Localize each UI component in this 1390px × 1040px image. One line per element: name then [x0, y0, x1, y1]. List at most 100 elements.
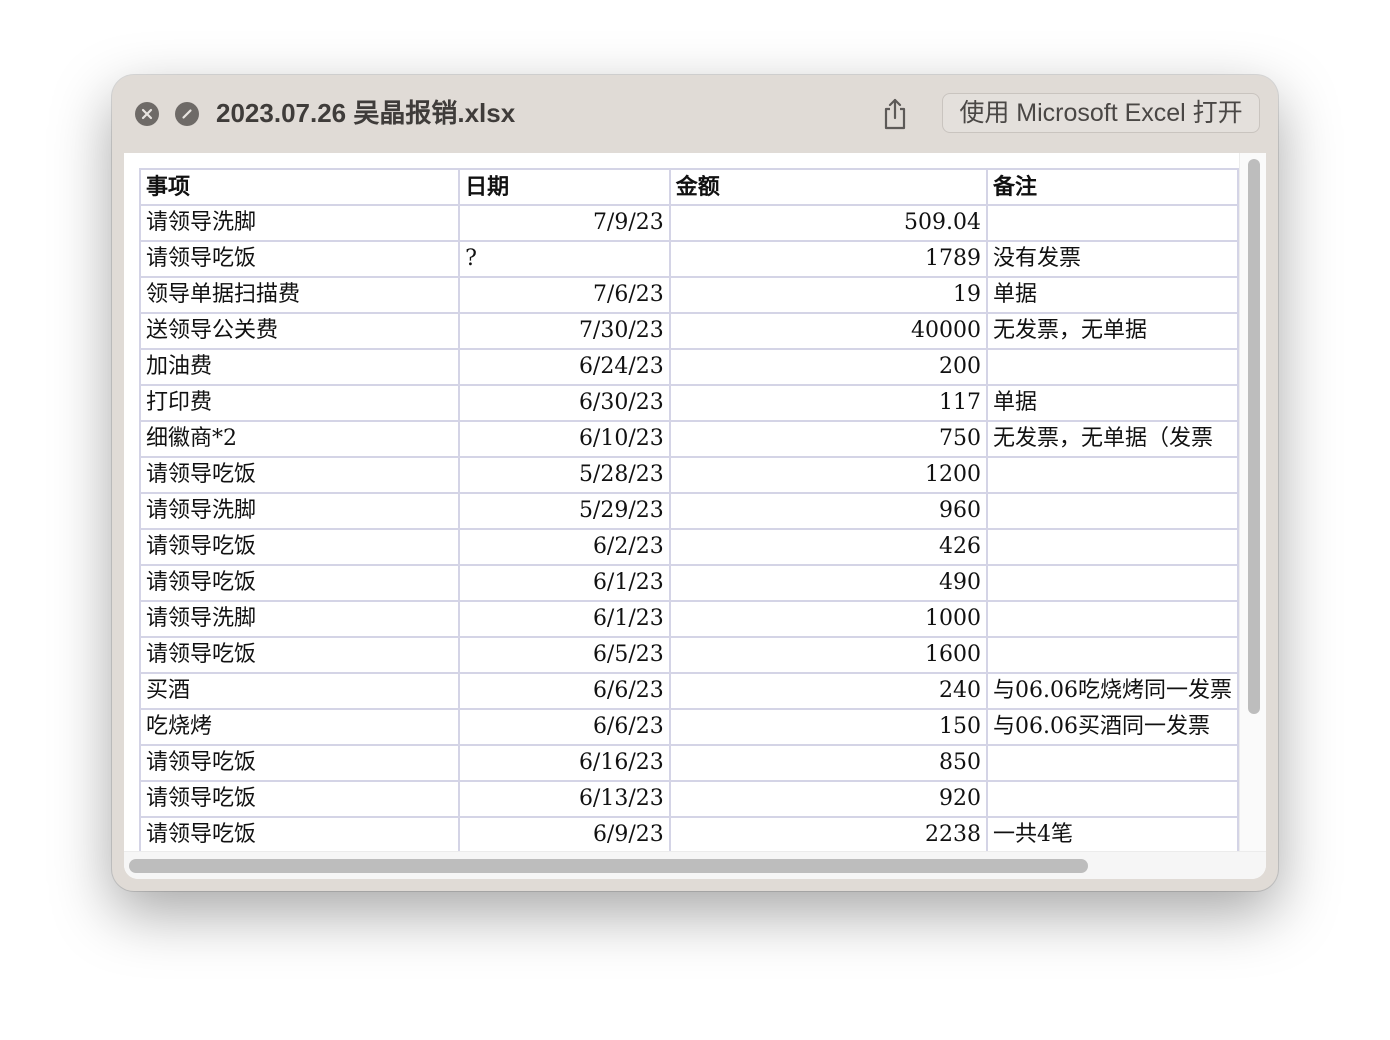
cell-note[interactable]: 没有发票	[985, 240, 1239, 278]
table-row: 领导单据扫描费 7/6/23 19 单据	[138, 276, 1239, 314]
cell-note[interactable]	[985, 744, 1239, 782]
cell-date[interactable]: 5/29/23	[458, 492, 671, 530]
table-row: 送领导公关费 7/30/23 40000 无发票，无单据	[138, 312, 1239, 350]
table-row: 请领导洗脚 5/29/23 960	[138, 492, 1239, 530]
table-row: 请领导吃饭 6/16/23 850	[138, 744, 1239, 782]
cell-amount[interactable]: 240	[668, 672, 988, 710]
vertical-scroll-thumb[interactable]	[1248, 159, 1260, 714]
cell-note[interactable]	[985, 600, 1239, 638]
cell-note[interactable]: 无发票，无单据（发票	[985, 420, 1239, 458]
cell-amount[interactable]: 2238	[668, 816, 988, 851]
cell-note[interactable]: 与06.06吃烧烤同一发票	[985, 672, 1239, 710]
close-button[interactable]	[135, 102, 159, 126]
cell-item[interactable]: 领导单据扫描费	[138, 276, 461, 314]
cell-date[interactable]: 6/10/23	[458, 420, 671, 458]
cell-amount[interactable]: 426	[668, 528, 988, 566]
cell-item[interactable]: 买酒	[138, 672, 461, 710]
cell-item[interactable]: 请领导吃饭	[138, 816, 461, 851]
title-bar: 2023.07.26 吴晶报销.xlsx 使用 Microsoft Excel …	[112, 75, 1278, 153]
cell-date[interactable]: 6/5/23	[458, 636, 671, 674]
cell-item[interactable]: 加油费	[138, 348, 461, 386]
cell-amount[interactable]: 1000	[668, 600, 988, 638]
cell-note[interactable]	[985, 528, 1239, 566]
cell-note[interactable]	[985, 492, 1239, 530]
cell-note[interactable]: 单据	[985, 384, 1239, 422]
header-cell-amount: 金额	[668, 168, 988, 206]
cell-date[interactable]: 6/30/23	[458, 384, 671, 422]
table-row: 请领导吃饭 6/2/23 426	[138, 528, 1239, 566]
cell-note[interactable]	[985, 204, 1239, 242]
cell-amount[interactable]: 1600	[668, 636, 988, 674]
fullscreen-icon	[182, 109, 192, 119]
sheet-viewport[interactable]: 事项 日期 金额 备注 请领导洗脚 7/9/23 509.04 请领导吃饭? 1789 没…	[124, 153, 1239, 851]
cell-item[interactable]: 请领导吃饭	[138, 780, 461, 818]
preview-content: 事项 日期 金额 备注 请领导洗脚 7/9/23 509.04 请领导吃饭? 1789 没…	[124, 153, 1266, 879]
table-row: 加油费 6/24/23 200	[138, 348, 1239, 386]
cell-note[interactable]	[985, 780, 1239, 818]
cell-note[interactable]	[985, 456, 1239, 494]
cell-note[interactable]: 无发票，无单据	[985, 312, 1239, 350]
cell-note[interactable]: 一共4笔	[985, 816, 1239, 851]
cell-date[interactable]: 6/1/23	[458, 564, 671, 602]
cell-date[interactable]: 6/1/23	[458, 600, 671, 638]
cell-item[interactable]: 请领导吃饭	[138, 528, 461, 566]
cell-note[interactable]	[985, 348, 1239, 386]
cell-date[interactable]: 6/24/23	[458, 348, 671, 386]
cell-amount[interactable]: 509.04	[668, 204, 988, 242]
cell-date[interactable]: 6/13/23	[458, 780, 671, 818]
cell-item[interactable]: 请领导洗脚	[138, 204, 461, 242]
cell-date[interactable]: 7/30/23	[458, 312, 671, 350]
cell-item[interactable]: 打印费	[138, 384, 461, 422]
cell-note[interactable]	[985, 636, 1239, 674]
cell-item[interactable]: 吃烧烤	[138, 708, 461, 746]
cell-item[interactable]: 请领导洗脚	[138, 600, 461, 638]
cell-date[interactable]: ?	[458, 240, 671, 278]
cell-item[interactable]: 请领导吃饭	[138, 456, 461, 494]
cell-amount[interactable]: 117	[668, 384, 988, 422]
cell-amount[interactable]: 19	[668, 276, 988, 314]
cell-date[interactable]: 6/2/23	[458, 528, 671, 566]
cell-date[interactable]: 6/9/23	[458, 816, 671, 851]
quicklook-window: 2023.07.26 吴晶报销.xlsx 使用 Microsoft Excel …	[112, 75, 1278, 891]
table-row: 请领导吃饭 6/1/23 490	[138, 564, 1239, 602]
cell-amount[interactable]: 40000	[668, 312, 988, 350]
share-button[interactable]	[876, 95, 914, 133]
cell-item[interactable]: 细徽商*2	[138, 420, 461, 458]
cell-amount[interactable]: 750	[668, 420, 988, 458]
open-with-excel-button[interactable]: 使用 Microsoft Excel 打开	[942, 93, 1260, 133]
cell-note[interactable]: 与06.06买酒同一发票	[985, 708, 1239, 746]
cell-item[interactable]: 送领导公关费	[138, 312, 461, 350]
table-row: 请领导吃饭 6/9/23 2238 一共4笔	[138, 816, 1239, 851]
header-cell-date: 日期	[458, 168, 671, 206]
cell-date[interactable]: 6/6/23	[458, 672, 671, 710]
cell-amount[interactable]: 200	[668, 348, 988, 386]
cell-amount[interactable]: 1789	[668, 240, 988, 278]
cell-date[interactable]: 6/16/23	[458, 744, 671, 782]
table-row: 请领导洗脚 7/9/23 509.04	[138, 204, 1239, 242]
cell-note[interactable]: 单据	[985, 276, 1239, 314]
table-row: 打印费 6/30/23 117 单据	[138, 384, 1239, 422]
cell-item[interactable]: 请领导洗脚	[138, 492, 461, 530]
share-icon	[884, 98, 906, 130]
horizontal-scroll-thumb[interactable]	[129, 859, 1088, 873]
fullscreen-button[interactable]	[175, 102, 199, 126]
cell-item[interactable]: 请领导吃饭	[138, 240, 461, 278]
table-row: 请领导吃饭 6/5/23 1600	[138, 636, 1239, 674]
table-row: 请领导吃饭 5/28/23 1200	[138, 456, 1239, 494]
cell-date[interactable]: 7/9/23	[458, 204, 671, 242]
cell-amount[interactable]: 1200	[668, 456, 988, 494]
cell-amount[interactable]: 850	[668, 744, 988, 782]
cell-amount[interactable]: 490	[668, 564, 988, 602]
cell-amount[interactable]: 920	[668, 780, 988, 818]
table-row: 请领导吃饭 6/13/23 920	[138, 780, 1239, 818]
cell-item[interactable]: 请领导吃饭	[138, 564, 461, 602]
cell-item[interactable]: 请领导吃饭	[138, 636, 461, 674]
header-cell-item: 事项	[138, 168, 461, 206]
cell-amount[interactable]: 150	[668, 708, 988, 746]
cell-date[interactable]: 5/28/23	[458, 456, 671, 494]
cell-note[interactable]	[985, 564, 1239, 602]
cell-amount[interactable]: 960	[668, 492, 988, 530]
cell-date[interactable]: 7/6/23	[458, 276, 671, 314]
cell-date[interactable]: 6/6/23	[458, 708, 671, 746]
cell-item[interactable]: 请领导吃饭	[138, 744, 461, 782]
